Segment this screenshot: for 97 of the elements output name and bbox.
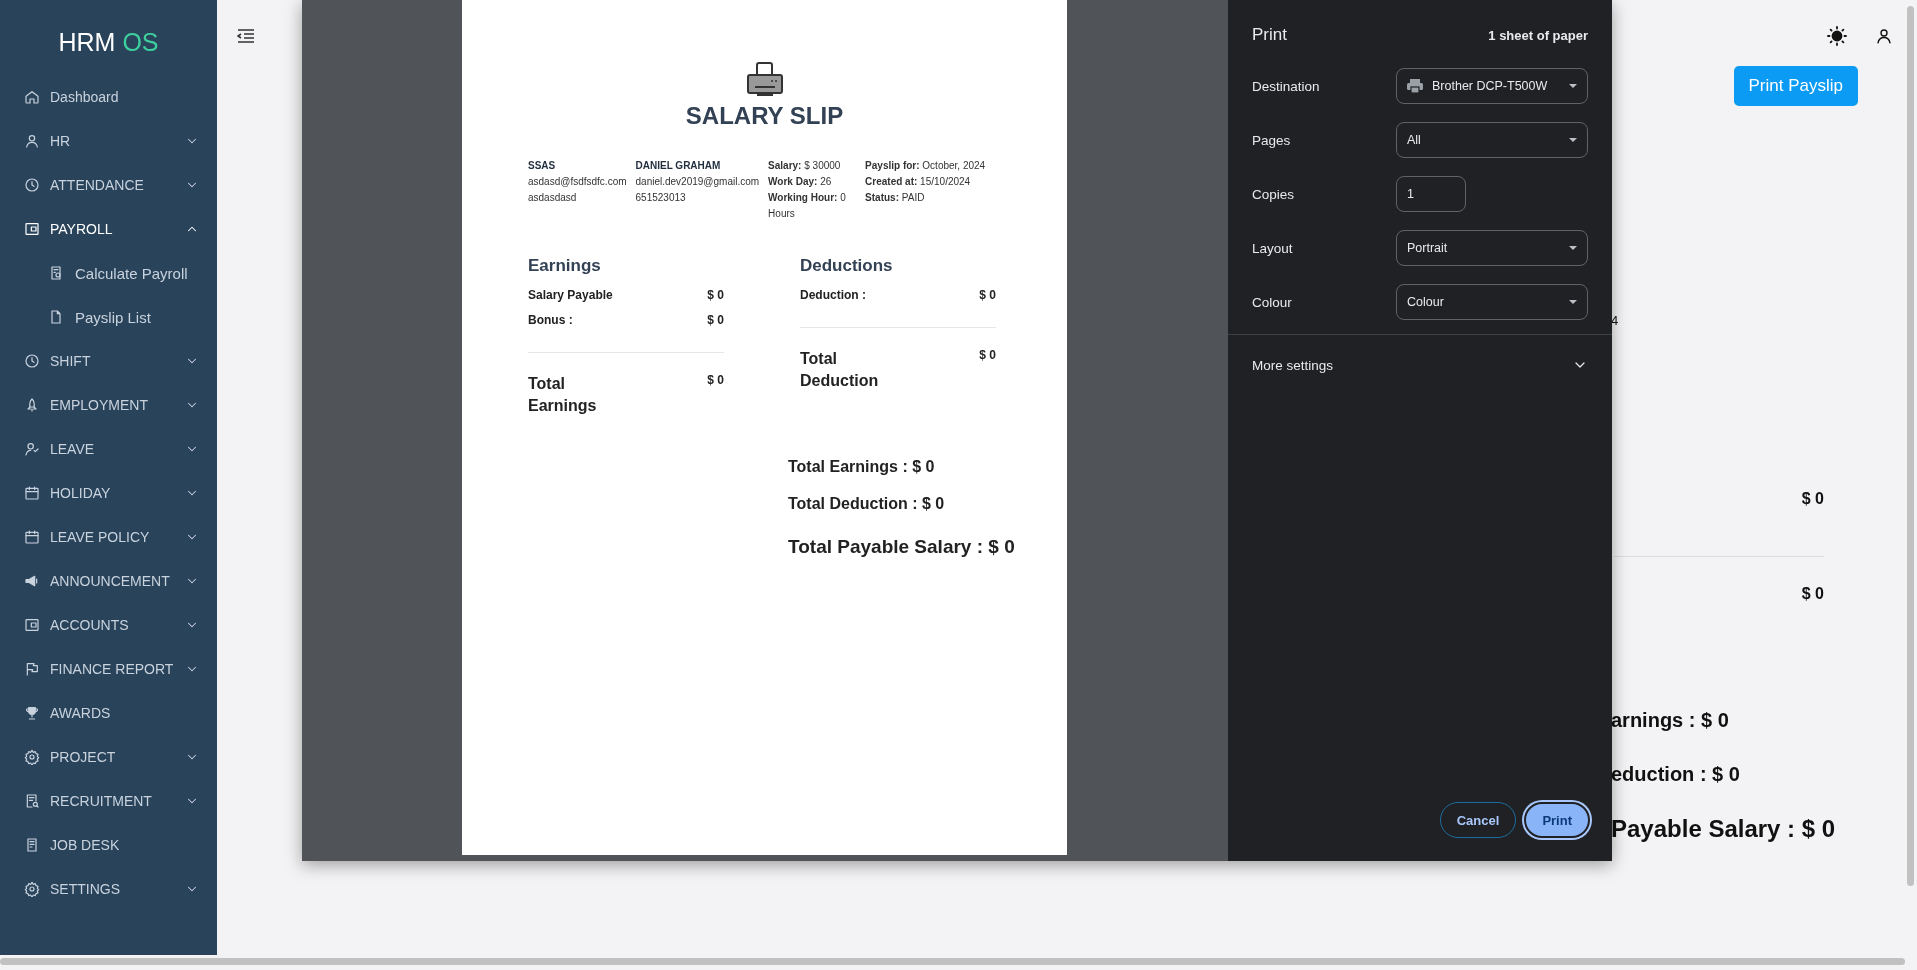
sidebar-item[interactable]: HR: [0, 119, 217, 163]
sidebar-item[interactable]: PROJECT: [0, 735, 217, 779]
printer-icon: [744, 62, 785, 98]
clock-icon: [24, 177, 40, 193]
clock-icon: [24, 353, 40, 369]
summary-total: Total Deduction : $ 0: [788, 493, 945, 514]
line-item-amount: $ 0: [707, 288, 724, 304]
setting-label: Pages: [1252, 132, 1292, 148]
work-info-text: Work Day: 26: [768, 175, 833, 189]
earnings-amount: $ 0: [1801, 490, 1824, 508]
payslip-info-text: Created at: 15/10/2024: [865, 175, 972, 189]
total-label: Total Deduction: [800, 349, 880, 391]
setting-label: Layout: [1252, 240, 1294, 256]
sun-icon[interactable]: [1827, 26, 1847, 46]
total-label: Total Earnings: [528, 374, 598, 416]
sidebar-item[interactable]: SHIFT: [0, 339, 217, 383]
total-amount: $ 0: [979, 348, 996, 364]
line-item-amount: $ 0: [979, 288, 996, 304]
users-icon: [24, 441, 40, 457]
destination-select[interactable]: Brother DCP-T500W: [1396, 68, 1588, 104]
total-deduction-text: eduction : $ 0: [1611, 762, 1740, 787]
company-name: SSAS: [528, 159, 557, 173]
caret-icon: [1569, 300, 1577, 304]
wallet-icon: [24, 221, 40, 237]
payslip-info-text: Status: PAID: [865, 191, 926, 205]
deduction-amount: $ 0: [1801, 585, 1824, 603]
dropdown-select[interactable]: Colour: [1396, 284, 1588, 320]
copies-input[interactable]: 1: [1396, 176, 1466, 212]
employee-detail: 651523013: [635, 191, 687, 205]
sidebar-item[interactable]: JOB DESK: [0, 823, 217, 867]
line-item-label: Salary Payable: [528, 288, 613, 304]
setting-label: Destination: [1252, 78, 1321, 94]
work-info-text: Salary: $ 30000: [768, 159, 842, 173]
section-heading: Deductions: [800, 256, 894, 276]
more-settings-toggle[interactable]: More settings: [1228, 335, 1612, 395]
line-item-amount: $ 0: [707, 313, 724, 329]
company-detail: asdasdasd: [528, 191, 578, 205]
menu-icon[interactable]: [237, 29, 255, 43]
app-logo: HRM OS: [58, 28, 159, 57]
line-item-label: Deduction :: [800, 288, 866, 304]
summary-total: Total Earnings : $ 0: [788, 457, 935, 477]
company-detail: asdasd@fsdfsdfc.com: [528, 175, 627, 189]
work-info-text: Working Hour: 0 Hours: [768, 191, 847, 221]
printer-icon: [1407, 79, 1423, 93]
sidebar-item[interactable]: LEAVE: [0, 427, 217, 471]
setting-label: Colour: [1252, 294, 1293, 310]
sidebar-item[interactable]: FINANCE REPORT: [0, 647, 217, 691]
sidebar-item[interactable]: RECRUITMENT: [0, 779, 217, 823]
caret-icon: [1569, 84, 1577, 88]
user-icon: [1875, 27, 1893, 45]
horizontal-scrollbar[interactable]: [0, 958, 1905, 965]
gear-icon: [24, 881, 40, 897]
line-item-label: Bonus :: [528, 313, 573, 329]
sidebar-subitem[interactable]: Payslip List: [0, 295, 217, 339]
section-heading: Earnings: [528, 256, 602, 276]
total-amount: $ 0: [707, 373, 724, 389]
sidebar-item[interactable]: AWARDS: [0, 691, 217, 735]
total-earnings-text: arnings : $ 0: [1611, 708, 1729, 733]
total-payable-salary: Total Payable Salary : $ 0: [788, 534, 1015, 559]
sheet-count: 1 sheet of paper: [1488, 27, 1588, 43]
sidebar-item[interactable]: SETTINGS: [0, 867, 217, 911]
calculator-document-icon: [48, 265, 64, 281]
dropdown-select[interactable]: All: [1396, 122, 1588, 158]
vertical-scrollbar[interactable]: [1907, 6, 1914, 886]
print-button[interactable]: Print: [1524, 802, 1590, 838]
sidebar-item[interactable]: PAYROLL: [0, 207, 217, 251]
dialog-title: Print: [1252, 25, 1287, 45]
caret-icon: [1569, 138, 1577, 142]
calendar-icon: [24, 485, 40, 501]
sidebar-item[interactable]: ANNOUNCEMENT: [0, 559, 217, 603]
setting-label: Copies: [1252, 186, 1296, 202]
calendar-icon: [24, 529, 40, 545]
sidebar-subitem[interactable]: Calculate Payroll: [0, 251, 217, 295]
flag-icon: [24, 661, 40, 677]
document-icon: [48, 309, 64, 325]
sidebar-item[interactable]: ATTENDANCE: [0, 163, 217, 207]
document-icon: [24, 837, 40, 853]
trophy-icon: [24, 705, 40, 721]
sidebar-item[interactable]: Dashboard: [0, 75, 217, 119]
megaphone-icon: [24, 573, 40, 589]
gear-icon: [24, 749, 40, 765]
total-payable-text: Payable Salary : $ 0: [1611, 814, 1836, 844]
document-search-icon: [24, 793, 40, 809]
sidebar-item[interactable]: EMPLOYMENT: [0, 383, 217, 427]
caret-icon: [1569, 246, 1577, 250]
user-icon: [24, 133, 40, 149]
sidebar-item[interactable]: ACCOUNTS: [0, 603, 217, 647]
home-icon: [24, 89, 40, 105]
employee-name: DANIEL GRAHAM: [635, 159, 722, 173]
wallet-icon: [24, 617, 40, 633]
info-text: 4: [1611, 313, 1620, 328]
employee-detail: daniel.dev2019@gmail.com: [635, 175, 760, 189]
payslip-info-text: Payslip for: October, 2024: [865, 159, 987, 173]
sidebar-item[interactable]: HOLIDAY: [0, 471, 217, 515]
sidebar-item[interactable]: LEAVE POLICY: [0, 515, 217, 559]
payslip-title: SALARY SLIP: [685, 102, 844, 130]
dropdown-select[interactable]: Portrait: [1396, 230, 1588, 266]
